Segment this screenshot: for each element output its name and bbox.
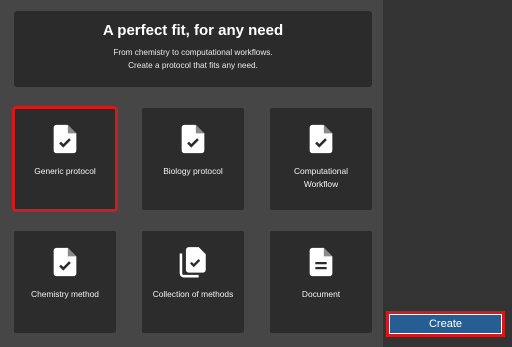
tile-document[interactable]: Document bbox=[270, 231, 372, 333]
create-button-highlight: Create bbox=[386, 311, 505, 337]
hero-subtitle-line2: Create a protocol that fits any need. bbox=[128, 61, 258, 70]
tile-biology-protocol[interactable]: Biology protocol bbox=[142, 108, 244, 210]
hero-title: A perfect fit, for any need bbox=[102, 22, 284, 39]
tile-label: Collection of methods bbox=[152, 289, 234, 299]
side-panel bbox=[383, 0, 512, 347]
tile-label: Generic protocol bbox=[34, 166, 96, 176]
tile-collection-of-methods[interactable]: Collection of methods bbox=[142, 231, 244, 333]
tile-label: Document bbox=[301, 289, 341, 299]
tile-generic-protocol[interactable]: Generic protocol bbox=[12, 106, 118, 212]
file-document-icon bbox=[304, 245, 338, 279]
hero-subtitle: From chemistry to computational workflow… bbox=[14, 46, 372, 72]
tile-computational-workflow[interactable]: Computational Workflow bbox=[270, 108, 372, 210]
file-check-icon bbox=[304, 122, 338, 156]
file-stack-check-icon bbox=[176, 245, 210, 279]
file-check-icon bbox=[48, 122, 82, 156]
tile-label: Chemistry method bbox=[31, 289, 99, 299]
file-check-icon bbox=[48, 245, 82, 279]
hero-subtitle-line1: From chemistry to computational workflow… bbox=[113, 48, 273, 57]
tile-label-line1: Computational bbox=[293, 166, 348, 176]
tile-label-line2: Workflow bbox=[303, 179, 339, 189]
tile-label: Biology protocol bbox=[163, 166, 223, 176]
create-button[interactable]: Create bbox=[389, 314, 502, 334]
tile-chemistry-method[interactable]: Chemistry method bbox=[14, 231, 116, 333]
file-check-icon bbox=[176, 122, 210, 156]
tile-label: Computational Workflow bbox=[274, 165, 368, 191]
main-panel: A perfect fit, for any need From chemist… bbox=[0, 0, 383, 347]
hero-banner: A perfect fit, for any need From chemist… bbox=[14, 11, 372, 87]
